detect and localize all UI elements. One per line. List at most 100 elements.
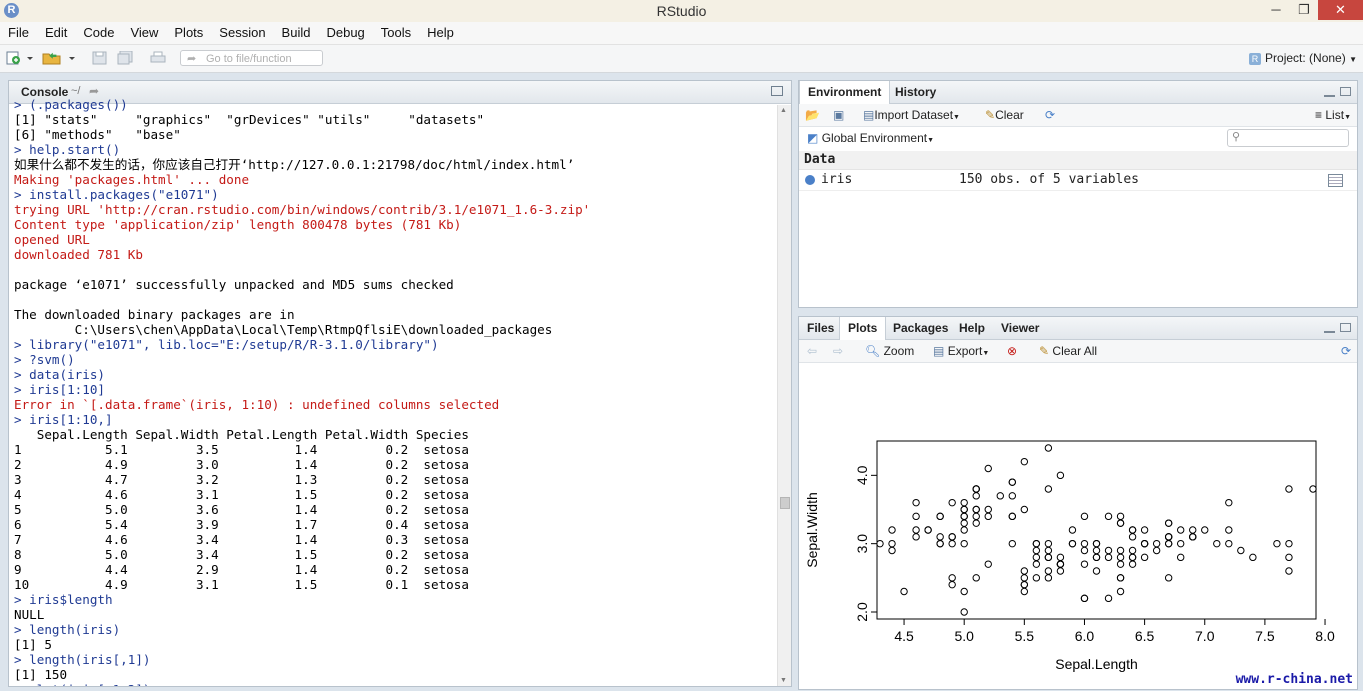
plot-area[interactable]: 4.5 5.0 5.5 6.0 6.5 7.0 7.5 8.0 2.0 3.0 4.0 Sepal.W… [799,363,1357,689]
next-plot-icon[interactable]: ⇨ [833,344,843,358]
save-workspace-icon[interactable]: ▣ [833,108,844,122]
y-tick-label: 2.0 [854,602,870,622]
menu-edit[interactable]: Edit [37,22,75,40]
scatter-point [1201,526,1209,534]
print-icon[interactable] [150,51,166,65]
project-menu[interactable]: R Project: (None) ▼ [1249,51,1357,65]
load-workspace-icon[interactable]: 📂 [805,108,820,122]
tab-viewer[interactable]: Viewer [993,317,1047,339]
minimize-pane-icon[interactable] [1324,93,1335,97]
tab-help[interactable]: Help [951,317,993,339]
close-window-button[interactable]: ✕ [1318,0,1363,20]
tab-plots[interactable]: Plots [839,317,887,340]
view-data-icon[interactable] [1328,174,1343,187]
restore-pane-icon[interactable] [771,86,783,96]
scatter-point [1164,519,1173,527]
menu-tools[interactable]: Tools [373,22,419,40]
maximize-button[interactable]: ❐ [1290,0,1318,20]
minimize-button[interactable]: ─ [1262,0,1290,20]
new-file-icon[interactable] [6,51,34,65]
remove-plot-icon[interactable]: ⊗ [1007,344,1017,358]
scatter-point [1044,539,1053,548]
console-command-line: > length(iris[,1]) [14,652,151,667]
menu-code[interactable]: Code [75,22,122,40]
console-output[interactable]: > (.packages()) [1] "stats" "graphics" "g… [14,97,775,686]
scroll-up-icon[interactable]: ▲ [780,107,787,114]
minimize-pane-icon[interactable] [1324,329,1335,333]
tab-history[interactable]: History [887,81,944,103]
environment-row[interactable]: iris 150 obs. of 5 variables [799,170,1357,191]
previous-plot-icon[interactable]: ⇦ [807,344,817,358]
menu-plots[interactable]: Plots [166,22,211,40]
console-output-line: [1] "stats" "graphics" "grDevices" "util… [14,112,485,127]
scatter-point [1189,526,1197,534]
console-output-line: package ‘e1071’ successfully unpacked an… [14,277,454,292]
scatter-point [1128,553,1137,562]
console-command-line: > iris$length [14,592,113,607]
scatter-point [876,539,884,548]
scatter-point [1020,505,1029,514]
scatter-point [912,498,920,507]
x-axis-label: Sepal.Length [1055,656,1138,672]
global-environment-dropdown[interactable]: ◩ Global Environment▼ [807,131,934,145]
go-to-file-input[interactable]: ➦ Go to file/function [180,50,323,66]
console-output-line: 8 5.0 3.4 1.5 0.2 setosa [14,547,469,562]
open-folder-icon[interactable] [42,51,76,65]
scatter-point [1116,574,1125,582]
scatter-point [1152,546,1161,555]
path-arrow-icon[interactable]: ➦ [89,84,99,98]
export-button[interactable]: ▤ Export▼ [933,344,989,358]
scatter-point [1128,546,1137,555]
scatter-point [936,533,944,541]
clear-all-plots-button[interactable]: ✎ Clear All [1039,344,1097,358]
scatter-point [1225,498,1233,507]
x-tick-label: 4.5 [894,628,914,644]
scatter-point [960,539,968,548]
refresh-icon[interactable]: ⟳ [1045,108,1055,122]
export-icon: ▤ [933,344,945,358]
environment-header: Environment History [799,81,1357,104]
scatter-point [1140,526,1149,534]
scatter-point [1032,574,1041,582]
menu-file[interactable]: File [0,22,37,40]
menu-view[interactable]: View [122,22,166,40]
x-tick-label: 5.0 [954,628,974,644]
tab-files[interactable]: Files [799,317,842,339]
menu-build[interactable]: Build [274,22,319,40]
console-command-line: > iris[1:10,] [14,412,113,427]
scatter-point [1080,560,1089,568]
menu-session[interactable]: Session [211,22,273,40]
clear-environment-button[interactable]: ✎Clear [985,108,1024,122]
save-icon[interactable] [92,51,108,65]
tab-environment[interactable]: Environment [799,81,891,104]
maximize-pane-icon[interactable] [1340,323,1351,332]
scatter-point [1285,539,1293,548]
console-command-line: > install.packages("e1071") [14,187,219,202]
tab-packages[interactable]: Packages [885,317,956,339]
scatter-point [1140,553,1149,562]
menu-debug[interactable]: Debug [318,22,372,40]
scatter-point [888,539,896,548]
scrollbar-thumb[interactable] [780,497,790,509]
scatter-point [1104,546,1113,555]
expand-icon[interactable] [805,175,815,185]
environment-search-input[interactable]: ⚲ [1227,129,1349,147]
scatter-point [1008,512,1017,521]
console-command-line: > library("e1071", lib.loc="E:/setup/R/R… [14,337,439,352]
console-command-line: > (.packages()) [14,97,128,112]
console-scrollbar[interactable]: ▲ ▼ [777,105,791,686]
console-output-line: [1] 5 [14,637,52,652]
save-all-icon[interactable] [117,51,133,65]
refresh-icon[interactable]: ⟳ [1341,344,1351,358]
import-dataset-button[interactable]: ▤Import Dataset▼ [863,108,960,122]
list-view-button[interactable]: ≡ List▼ [1315,108,1351,122]
zoom-button[interactable]: 🔍︎ Zoom [865,344,914,358]
scatter-point [1225,539,1233,548]
console-output-line: 2 4.9 3.0 1.4 0.2 setosa [14,457,469,472]
variable-name: iris [821,172,853,187]
menu-help[interactable]: Help [419,22,462,40]
maximize-pane-icon[interactable] [1340,87,1351,96]
go-to-arrow-icon: ➦ [187,53,197,65]
console-output-line: 7 4.6 3.4 1.4 0.3 setosa [14,532,469,547]
